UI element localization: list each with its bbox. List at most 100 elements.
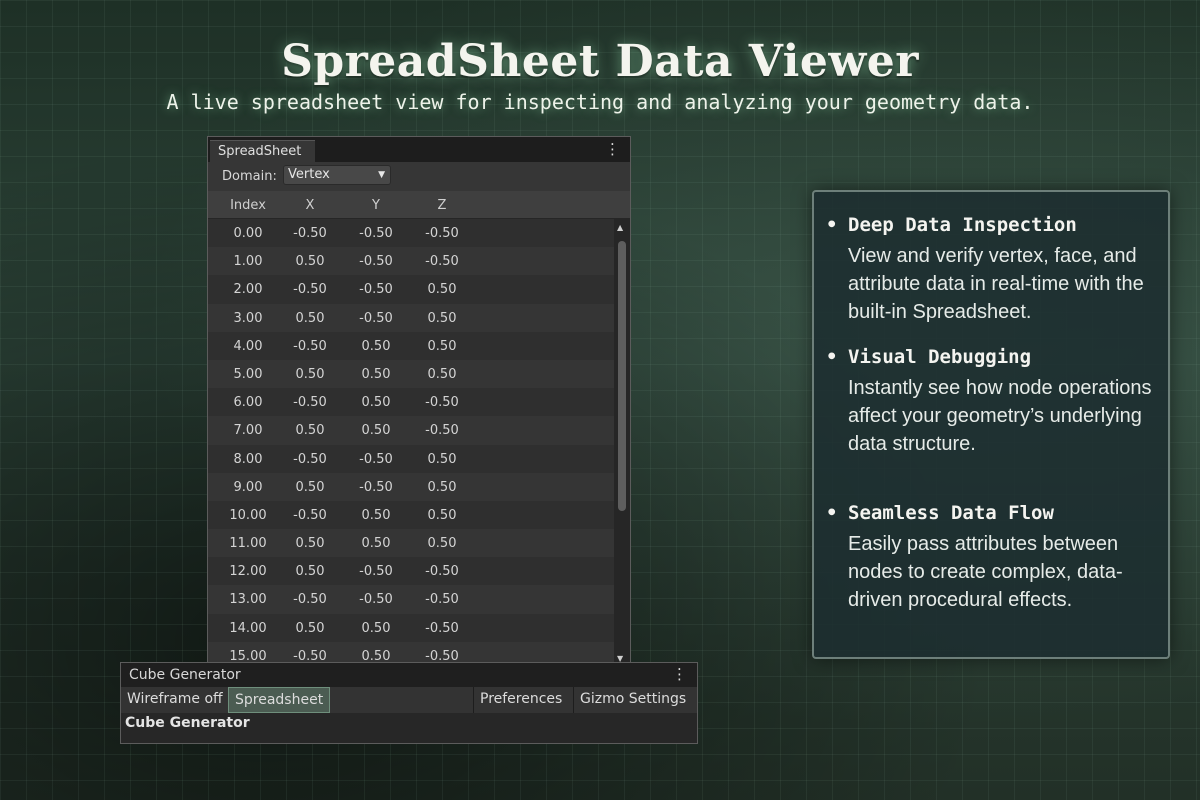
page-subtitle: A live spreadsheet view for inspecting a… <box>166 90 1034 114</box>
cell-index: 7.00 <box>233 423 263 439</box>
cell-y: -0.50 <box>359 254 393 270</box>
cell-y: -0.50 <box>359 226 393 241</box>
table-row[interactable]: 1.00 0.50 -0.50 -0.50 <box>208 247 614 276</box>
preferences-button[interactable]: Preferences <box>473 687 568 713</box>
panel-toolbar: Wireframe off Spreadsheet Preferences Gi… <box>121 687 697 713</box>
cell-x: -0.50 <box>293 226 327 241</box>
cell-index: 8.00 <box>233 451 263 467</box>
wireframe-toggle-button[interactable]: Wireframe off <box>121 687 229 713</box>
cell-x: -0.50 <box>293 592 327 608</box>
cell-y: -0.50 <box>359 479 393 495</box>
feature-item: • Deep Data Inspection View and verify ve… <box>826 214 1156 326</box>
table-row[interactable]: 9.00 0.50 -0.50 0.50 <box>208 472 614 501</box>
column-header-x[interactable]: X <box>280 198 340 213</box>
cell-z: 0.50 <box>427 366 457 382</box>
tab-spreadsheet[interactable]: SpreadSheet <box>210 140 316 163</box>
feature-card: • Deep Data Inspection View and verify ve… <box>812 190 1170 659</box>
panel-header: Cube Generator ⋮ <box>121 663 697 687</box>
scroll-up-icon[interactable]: ▲ <box>617 223 623 232</box>
feature-title: Deep Data Inspection <box>848 214 1077 236</box>
cell-x: -0.50 <box>293 395 327 411</box>
cell-z: 0.50 <box>427 451 457 467</box>
table-row[interactable]: 13.00 -0.50 -0.50 -0.50 <box>208 585 614 614</box>
column-header-y[interactable]: Y <box>346 198 406 213</box>
cell-y: 0.50 <box>361 423 391 439</box>
cell-z: 0.50 <box>427 310 457 326</box>
cell-index: 14.00 <box>229 620 267 636</box>
feature-item: • Seamless Data Flow Easily pass attribut… <box>826 502 1156 614</box>
cell-y: -0.50 <box>359 451 393 467</box>
table-row[interactable]: 5.00 0.50 0.50 0.50 <box>208 359 614 389</box>
table-row[interactable]: 7.00 0.50 0.50 -0.50 <box>208 416 614 445</box>
table-row[interactable]: 2.00 -0.50 -0.50 0.50 <box>208 275 614 304</box>
cell-index: 12.00 <box>229 564 267 580</box>
cell-x: 0.50 <box>295 536 325 552</box>
cell-x: 0.50 <box>295 620 325 636</box>
feature-item: • Visual Debugging Instantly see how node… <box>826 346 1156 458</box>
table-row[interactable]: 14.00 0.50 0.50 -0.50 <box>208 613 614 642</box>
vertical-scrollbar[interactable]: ▲ ▼ <box>616 223 628 663</box>
more-options-icon[interactable]: ⋮ <box>605 140 620 158</box>
table-header: Index X Y Z <box>208 191 630 218</box>
cell-x: -0.50 <box>293 507 327 523</box>
feature-description: Easily pass attributes between nodes to … <box>848 533 1123 611</box>
table-row[interactable]: 8.00 -0.50 -0.50 0.50 <box>208 444 614 473</box>
chevron-down-icon: ▼ <box>378 170 385 180</box>
cell-y: -0.50 <box>359 592 393 608</box>
cell-x: 0.50 <box>295 366 325 382</box>
cell-index: 9.00 <box>233 479 263 495</box>
cell-x: -0.50 <box>293 338 327 354</box>
bullet-icon: • <box>826 214 838 236</box>
cell-x: -0.50 <box>293 282 327 298</box>
domain-row: Domain: Vertex ▼ <box>208 162 630 191</box>
cell-z: -0.50 <box>425 423 459 439</box>
cell-index: 6.00 <box>233 395 263 411</box>
cell-index: 10.00 <box>229 507 267 523</box>
column-header-z[interactable]: Z <box>412 198 472 213</box>
feature-title: Seamless Data Flow <box>848 502 1054 524</box>
spreadsheet-tabbar: SpreadSheet ⋮ <box>208 137 630 163</box>
cell-z: -0.50 <box>425 226 459 241</box>
spreadsheet-window: SpreadSheet ⋮ Domain: Vertex ▼ Index X Y… <box>207 136 631 666</box>
panel-footer-label: Cube Generator <box>125 715 250 731</box>
domain-dropdown[interactable]: Vertex ▼ <box>283 165 391 185</box>
table-body: 0.00 -0.50 -0.50 -0.50 1.00 0.50 -0.50 -0.50 2.0… <box>208 219 614 665</box>
cell-z: -0.50 <box>425 564 459 580</box>
cell-y: 0.50 <box>361 507 391 523</box>
table-row[interactable]: 4.00 -0.50 0.50 0.50 <box>208 331 614 360</box>
cell-index: 5.00 <box>233 366 263 382</box>
cell-index: 13.00 <box>229 592 267 608</box>
cell-y: 0.50 <box>361 536 391 552</box>
gizmo-settings-button[interactable]: Gizmo Settings <box>573 687 692 713</box>
cell-z: 0.50 <box>427 507 457 523</box>
cell-z: 0.50 <box>427 338 457 354</box>
cell-y: -0.50 <box>359 282 393 298</box>
feature-description: Instantly see how node operations affect… <box>848 377 1152 455</box>
domain-value: Vertex <box>288 167 330 182</box>
panel-more-options-icon[interactable]: ⋮ <box>672 665 687 683</box>
scrollbar-thumb[interactable] <box>618 241 626 511</box>
cell-index: 4.00 <box>233 338 263 354</box>
cell-x: 0.50 <box>295 479 325 495</box>
table-row[interactable]: 10.00 -0.50 0.50 0.50 <box>208 500 614 530</box>
cell-x: -0.50 <box>293 451 327 467</box>
table-row[interactable]: 6.00 -0.50 0.50 -0.50 <box>208 388 614 417</box>
cell-index: 3.00 <box>233 310 263 326</box>
cell-x: 0.50 <box>295 310 325 326</box>
cell-y: 0.50 <box>361 338 391 354</box>
spreadsheet-button[interactable]: Spreadsheet <box>228 687 331 713</box>
table-row[interactable]: 11.00 0.50 0.50 0.50 <box>208 529 614 558</box>
cell-index: 0.00 <box>233 226 263 241</box>
cell-x: 0.50 <box>295 423 325 439</box>
cell-y: -0.50 <box>359 310 393 326</box>
feature-title: Visual Debugging <box>848 346 1032 368</box>
table-row[interactable]: 3.00 0.50 -0.50 0.50 <box>208 303 614 332</box>
cell-y: -0.50 <box>359 564 393 580</box>
column-header-index[interactable]: Index <box>218 198 278 213</box>
table-row[interactable]: 12.00 0.50 -0.50 -0.50 <box>208 557 614 586</box>
table-row[interactable]: 0.00 -0.50 -0.50 -0.50 <box>208 219 614 248</box>
cell-z: 0.50 <box>427 479 457 495</box>
cell-index: 1.00 <box>233 254 263 270</box>
cell-y: 0.50 <box>361 620 391 636</box>
cell-z: -0.50 <box>425 620 459 636</box>
